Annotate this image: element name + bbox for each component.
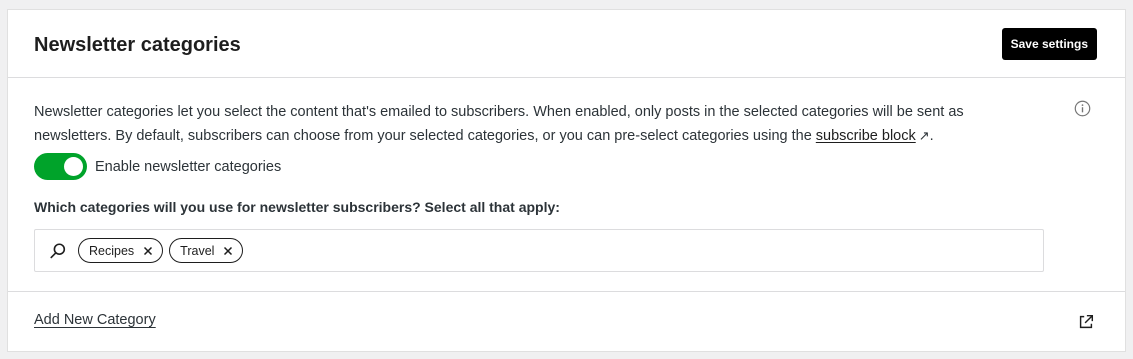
page-title: Newsletter categories — [34, 34, 241, 56]
add-new-category-link[interactable]: Add New Category — [34, 312, 156, 328]
external-arrow-icon: ↗ — [918, 128, 930, 143]
newsletter-categories-toggle-row: Enable newsletter categories — [34, 153, 281, 180]
card-body: Newsletter categories let you select the… — [8, 78, 1125, 292]
description: Newsletter categories let you select the… — [34, 100, 1034, 148]
token-label: Travel — [180, 243, 215, 258]
close-icon[interactable] — [143, 246, 153, 256]
close-icon[interactable] — [223, 246, 233, 256]
toggle-label: Enable newsletter categories — [95, 158, 282, 175]
external-link-icon[interactable] — [1077, 313, 1095, 331]
description-end: . — [929, 128, 934, 144]
newsletter-categories-card: Newsletter categories Save settings News… — [7, 9, 1126, 352]
info-icon[interactable] — [1074, 100, 1091, 117]
card-header: Newsletter categories Save settings — [8, 10, 1125, 78]
token-label: Recipes — [89, 243, 135, 258]
search-icon — [50, 242, 66, 258]
card-footer: Add New Category — [8, 292, 1125, 351]
categories-token-field[interactable]: Recipes Travel — [34, 229, 1044, 272]
category-token-recipes: Recipes — [78, 238, 164, 263]
category-token-travel: Travel — [169, 238, 244, 263]
enable-categories-toggle[interactable] — [34, 153, 87, 180]
toggle-knob — [64, 157, 83, 176]
categories-question: Which categories will you use for newsle… — [34, 199, 560, 215]
subscribe-block-link[interactable]: subscribe block — [816, 128, 916, 144]
save-settings-button[interactable]: Save settings — [1001, 28, 1097, 60]
